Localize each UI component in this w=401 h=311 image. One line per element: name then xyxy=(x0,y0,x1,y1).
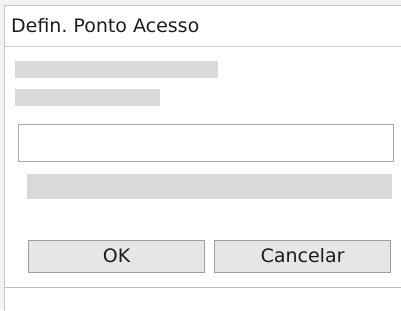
placeholder-text-line-2 xyxy=(15,89,160,106)
footer-divider xyxy=(5,287,401,288)
dialog-title-bar: Defin. Ponto Acesso xyxy=(5,6,401,47)
access-point-input[interactable] xyxy=(18,124,394,162)
ok-button[interactable]: OK xyxy=(28,240,205,273)
placeholder-text-line-1 xyxy=(15,61,218,78)
placeholder-text-line-3 xyxy=(27,174,392,199)
access-point-dialog: Defin. Ponto Acesso OK Cancelar xyxy=(4,5,401,311)
cancel-button[interactable]: Cancelar xyxy=(214,240,391,273)
dialog-title: Defin. Ponto Acesso xyxy=(11,15,200,37)
